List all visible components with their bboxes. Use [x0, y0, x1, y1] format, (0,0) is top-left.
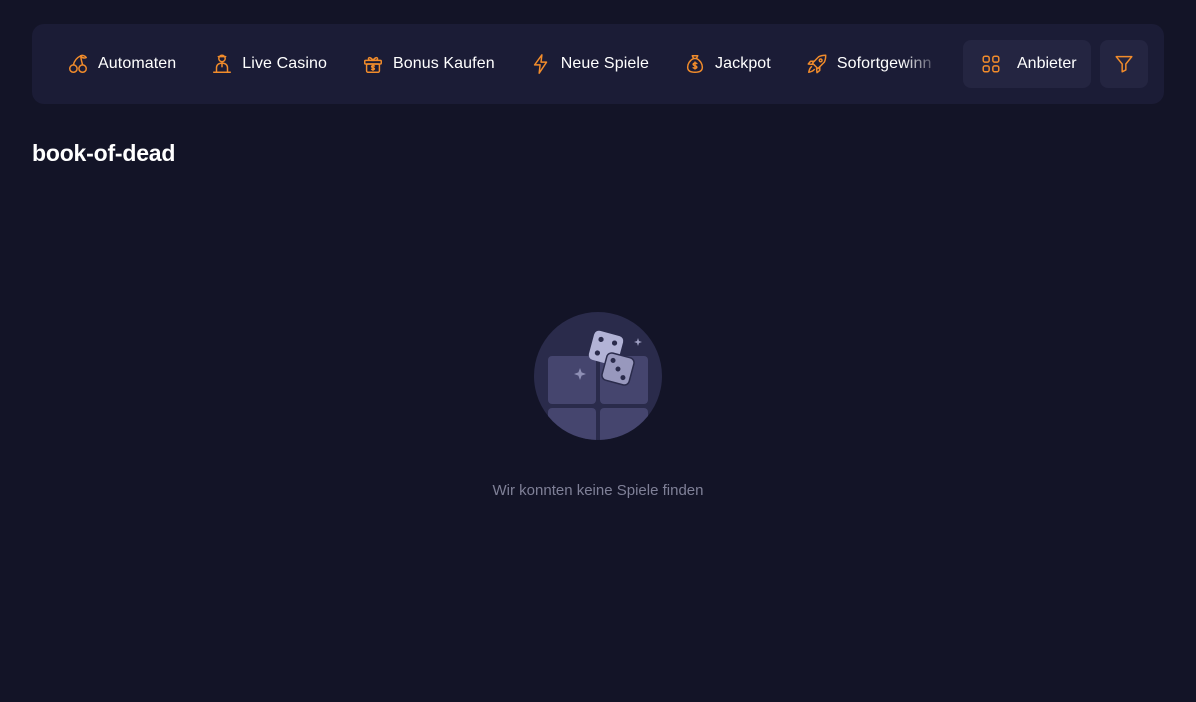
dice-icon [534, 312, 662, 440]
nav-item-label: Sofortgewinn [836, 55, 932, 72]
dealer-icon [210, 52, 234, 76]
nav-item-jackpot[interactable]: Jackpot [683, 52, 771, 76]
cherries-icon [66, 52, 90, 76]
page-title: book-of-dead [32, 140, 176, 166]
provider-button[interactable]: Anbieter [963, 40, 1091, 88]
grid-icon [979, 52, 1003, 76]
nav-item-live-casino[interactable]: Live Casino [210, 52, 327, 76]
nav-item-neue-spiele[interactable]: Neue Spiele [529, 52, 649, 76]
filter-button[interactable] [1100, 40, 1148, 88]
empty-state-message: Wir konnten keine Spiele finden [492, 482, 704, 499]
nav-item-sofortgewinn[interactable]: Sofortgewinn [805, 52, 932, 76]
nav-item-label: Live Casino [242, 55, 327, 72]
money-bag-icon [683, 52, 707, 76]
nav-item-label: Bonus Kaufen [393, 55, 495, 72]
gift-dollar-icon [361, 52, 385, 76]
nav-item-label: Neue Spiele [560, 55, 650, 72]
category-nav-bar: Automaten Live Casino Bonus Kaufen Neue … [32, 24, 1164, 104]
category-nav-items: Automaten Live Casino Bonus Kaufen Neue … [66, 24, 936, 104]
filter-icon [1113, 53, 1135, 75]
nav-item-label: Automaten [98, 55, 177, 72]
nav-item-label: Jackpot [715, 55, 771, 72]
nav-item-bonus-kaufen[interactable]: Bonus Kaufen [361, 52, 495, 76]
lightning-icon [529, 52, 553, 76]
rocket-icon [805, 52, 829, 76]
empty-state: Wir konnten keine Spiele finden [0, 312, 1196, 499]
provider-button-label: Anbieter [1017, 55, 1077, 72]
nav-item-automaten[interactable]: Automaten [66, 52, 176, 76]
